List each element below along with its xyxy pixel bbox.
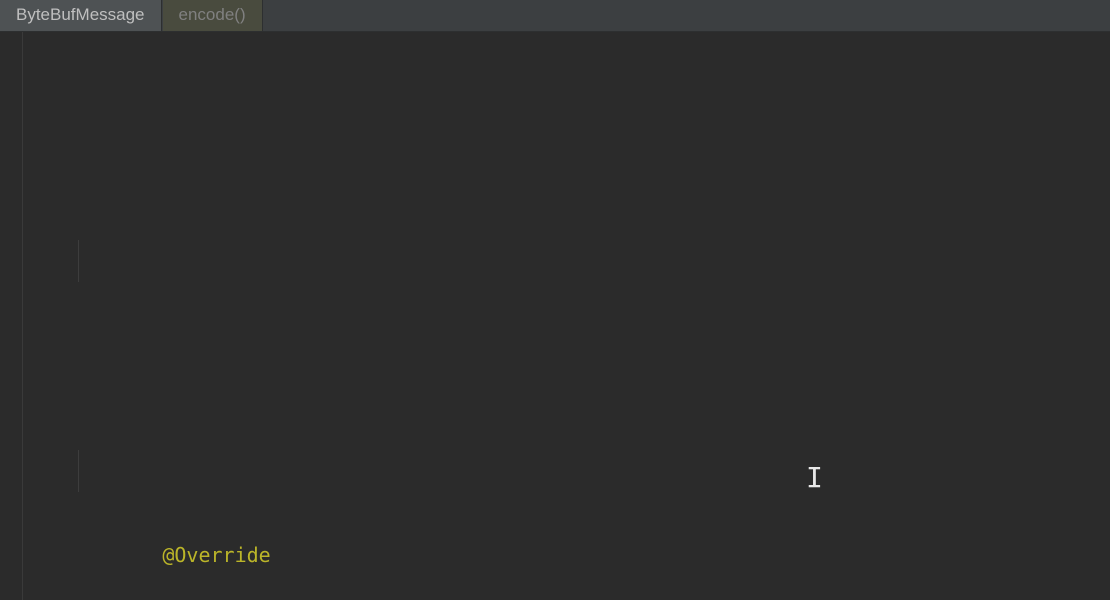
code-line[interactable]: @Override (0, 450, 1110, 492)
code-lines: @Override o public byte[] encode() { Byt… (0, 72, 1110, 600)
breadcrumb-class[interactable]: ByteBufMessage (0, 0, 162, 31)
code-line[interactable] (0, 240, 1110, 282)
editor-root: ByteBufMessage encode() @Override o publ… (0, 0, 1110, 600)
breadcrumb-method[interactable]: encode() (163, 0, 263, 31)
breadcrumb-bar: ByteBufMessage encode() (0, 0, 1110, 32)
code-editor[interactable]: @Override o public byte[] encode() { Byt… (0, 32, 1110, 600)
annotation: @Override (162, 543, 270, 567)
